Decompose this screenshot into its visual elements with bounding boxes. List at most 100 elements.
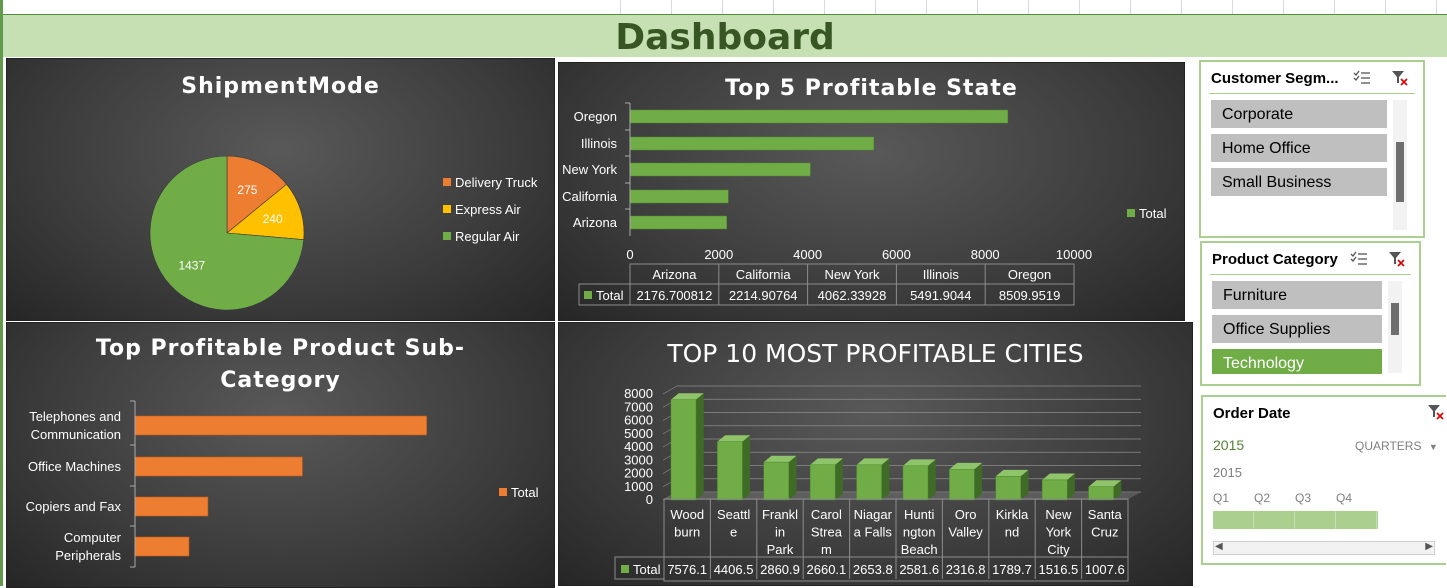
dashboard-header: Dashboard: [3, 14, 1447, 58]
column-side-6: [974, 462, 983, 500]
slicer-item-furniture[interactable]: Furniture: [1212, 281, 1382, 309]
category-label: Arizona: [573, 215, 618, 230]
slicer-item-corporate[interactable]: Corporate: [1211, 100, 1387, 128]
column-side-1: [742, 435, 751, 500]
category-label: Illinois: [581, 136, 618, 151]
x-tick-label: 8000: [971, 247, 1000, 262]
y-tick-label: 6000: [624, 413, 653, 428]
column-kirkland: [995, 476, 1022, 501]
slicer-divider: [1210, 274, 1411, 275]
legend-swatch-delivery-truck: [443, 178, 451, 186]
multi-select-icon[interactable]: [1350, 251, 1368, 267]
slicer-title: Customer Segm...: [1211, 70, 1339, 87]
x-tick-label: 0: [626, 247, 633, 262]
customer-segment-slicer[interactable]: Customer Segm... Corporate Home Office S…: [1199, 60, 1425, 238]
time-level-label: QUARTERS: [1355, 439, 1422, 453]
legend-swatch: [1127, 209, 1135, 217]
timeline-year-label: 2015: [1213, 465, 1242, 480]
category-label: burn: [674, 525, 700, 540]
category-label: ngton: [903, 525, 936, 540]
data-table-value: 7576.1: [667, 562, 707, 577]
category-label: Beach: [901, 542, 938, 557]
slicer-item-home-office[interactable]: Home Office: [1211, 134, 1387, 162]
shipment-mode-chart[interactable]: ShipmentMode 275 240 1437 Delivery Truck Exp…: [6, 58, 555, 321]
data-table-value: 2316.8: [946, 562, 986, 577]
bar-arizona: [629, 215, 727, 230]
product-category-slicer[interactable]: Product Category Furniture Office Suppli…: [1200, 241, 1421, 386]
y-tick-label: 4000: [624, 439, 653, 454]
clear-filter-icon[interactable]: [1427, 404, 1445, 420]
slicer-item-small-business[interactable]: Small Business: [1211, 168, 1387, 196]
category-label: Peripherals: [55, 548, 121, 563]
column-orovalley: [949, 469, 975, 501]
y-tick-label: 3000: [624, 452, 653, 467]
data-table-value: 2860.9: [760, 562, 800, 577]
category-label: Valley: [948, 525, 983, 540]
data-table-value: 4062.33928: [818, 288, 887, 303]
category-label: Communication: [31, 427, 121, 442]
pie-plot: 275 240 1437 Delivery Truck Express Air Regul…: [149, 155, 538, 311]
category-label: York: [1046, 525, 1072, 540]
data-table-value: 1789.7: [992, 562, 1032, 577]
category-label: Kirkla: [996, 507, 1029, 522]
data-table-header: Arizona: [652, 267, 697, 282]
legend-label: Total: [1139, 206, 1167, 221]
data-table-header: Illinois: [923, 267, 960, 282]
category-label: Copiers and Fax: [26, 499, 122, 514]
slicer-title: Product Category: [1212, 251, 1338, 268]
category-label: Santa: [1088, 507, 1123, 522]
subcategory-chart[interactable]: Top Profitable Product Sub- Category Tel…: [6, 322, 555, 588]
pie-data-label: 1437: [178, 258, 205, 272]
timeline-scrollbar[interactable]: ◀ ▶: [1213, 541, 1435, 555]
y-tick-label: 7000: [624, 399, 653, 414]
dashboard-title: Dashboard: [615, 17, 835, 58]
scroll-left-icon[interactable]: ◀: [1215, 541, 1223, 552]
y-tick-label: 1000: [624, 479, 653, 494]
timeline-bar[interactable]: [1213, 511, 1378, 529]
category-label: Seattl: [717, 507, 750, 522]
column-niagara-falls: [856, 464, 882, 501]
scroll-right-icon[interactable]: ▶: [1425, 541, 1433, 552]
data-table-value: 2176.700812: [636, 288, 712, 303]
column-side-5: [928, 459, 936, 500]
column-side-0: [696, 393, 704, 500]
scrollbar-thumb[interactable]: [1391, 303, 1399, 335]
data-table-value: 1516.5: [1039, 562, 1079, 577]
column-seattle: [717, 441, 743, 501]
quarter-label-q4: Q4: [1336, 491, 1353, 505]
column-franklinpark: [763, 461, 790, 501]
multi-select-icon[interactable]: [1353, 70, 1371, 86]
data-table-value: 1007.6: [1085, 562, 1125, 577]
category-label: Frankl: [762, 507, 798, 522]
slicer-item-technology[interactable]: Technology: [1212, 349, 1382, 374]
legend-label-delivery-truck: Delivery Truck: [455, 175, 538, 190]
quarter-label-q3: Q3: [1295, 491, 1312, 505]
slicer-scrollbar[interactable]: [1388, 281, 1402, 373]
top-cities-chart[interactable]: TOP 10 MOST PROFITABLE CITIES 0 1000 2000 3…: [558, 322, 1193, 586]
clear-filter-icon[interactable]: [1391, 70, 1409, 86]
data-table-value: 2214.90764: [729, 288, 798, 303]
category-label: in: [775, 525, 785, 540]
y-tick-label: 2000: [624, 466, 653, 481]
bar-copiers-and-fax: [134, 496, 209, 517]
data-table-value: 2653.8: [853, 562, 893, 577]
time-level-dropdown[interactable]: QUARTERS ▼: [1355, 439, 1438, 453]
timeline-selection-label: 2015: [1213, 437, 1245, 453]
top-states-chart[interactable]: Top 5 Profitable State Oregon Illinois New…: [558, 62, 1185, 321]
column-side-3: [835, 458, 843, 500]
x-tick-label: 4000: [793, 247, 822, 262]
quarter-label-q1: Q1: [1213, 491, 1230, 505]
y-tick-label: 0: [646, 492, 653, 507]
scrollbar-thumb[interactable]: [1396, 142, 1404, 202]
slicer-scrollbar[interactable]: [1393, 100, 1407, 230]
clear-filter-icon[interactable]: [1388, 251, 1406, 267]
chevron-down-icon: ▼: [1428, 442, 1438, 452]
category-label: California: [562, 189, 618, 204]
data-table-legend-swatch: [621, 565, 629, 573]
slicer-item-office-supplies[interactable]: Office Supplies: [1212, 315, 1382, 343]
sheet-left-border: [0, 0, 3, 586]
states-plot: Oregon Illinois New York California Arizona 0…: [562, 102, 1167, 306]
category-label: Computer: [64, 530, 122, 545]
y-tick-label: 8000: [624, 386, 653, 401]
order-date-timeline[interactable]: Order Date 2015 QUARTERS ▼ 2015 Q1 Q2 Q3…: [1201, 395, 1446, 565]
